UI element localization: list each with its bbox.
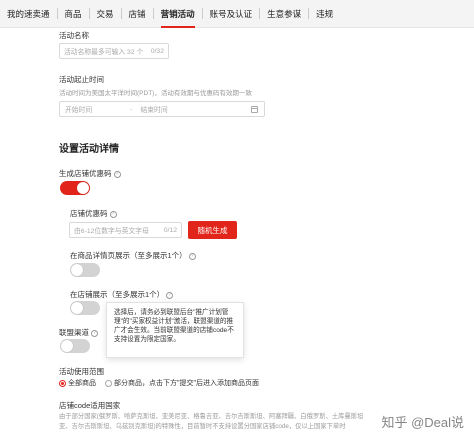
activity-name-counter: 0/32 [150, 47, 164, 55]
scope-partial-radio[interactable] [105, 379, 112, 387]
activity-name-label: 活动名称 [59, 31, 89, 40]
generate-code-toggle[interactable] [60, 181, 90, 195]
store-code-placeholder: 由6-12位数字与英文字母 [74, 228, 149, 235]
random-generate-button[interactable]: 随机生成 [188, 221, 237, 239]
help-icon[interactable]: ? [113, 170, 121, 178]
generate-code-label: 生成店铺优惠码? [59, 168, 121, 179]
show-on-store-toggle[interactable] [70, 301, 100, 315]
scope-all-radio[interactable] [59, 379, 66, 387]
nav-business-advisor[interactable]: 生意参谋 [260, 0, 308, 28]
nav-products[interactable]: 商品 [58, 0, 89, 28]
help-icon[interactable]: ? [91, 329, 98, 337]
toggle-knob [71, 302, 83, 314]
top-nav: 我的速卖通 商品 交易 店铺 营销活动 账号及认证 生意参谋 违规 [0, 0, 474, 28]
store-code-input[interactable]: 由6-12位数字与英文字母 0/12 [69, 222, 182, 238]
scope-options: 全部商品 部分商品，点击下方"提交"后进入添加商品页面 [59, 378, 259, 388]
nav-my-aliexpress[interactable]: 我的速卖通 [0, 0, 57, 28]
scope-all-label[interactable]: 全部商品 [68, 378, 96, 388]
help-icon[interactable]: ? [166, 291, 174, 299]
alliance-toggle[interactable] [60, 339, 90, 353]
store-code-counter: 0/12 [163, 226, 177, 234]
end-time-placeholder: 结束时间 [140, 107, 168, 114]
country-label: 店铺code适用国家 [59, 401, 121, 410]
nav-transactions[interactable]: 交易 [90, 0, 121, 28]
activity-date-range[interactable]: 开始时间 - 结束时间 [59, 101, 265, 117]
activity-name-input[interactable]: 活动名称最多可输入 32 个 0/32 [59, 43, 169, 59]
activity-name-placeholder: 活动名称最多可输入 32 个 [64, 49, 144, 56]
start-time-placeholder: 开始时间 [65, 107, 93, 114]
show-on-product-label: 在商品详情页展示（至多展示1个）? [70, 250, 196, 261]
show-on-product-toggle[interactable] [70, 263, 100, 277]
help-icon[interactable]: ? [109, 210, 117, 218]
activity-time-label: 活动起止时间 [59, 75, 104, 84]
section-title: 设置活动详情 [59, 144, 119, 155]
store-code-label: 店铺优惠码? [70, 208, 117, 219]
scope-label: 活动使用范围 [59, 367, 104, 376]
nav-account[interactable]: 账号及认证 [203, 0, 260, 28]
help-icon[interactable]: ? [188, 252, 196, 260]
show-on-store-label: 在店铺展示（至多展示1个）? [70, 289, 174, 300]
zhihu-watermark: 知乎 @Deal说 [381, 415, 464, 430]
activity-time-hint: 活动时间为美国太平洋时间(PDT)，活动有效期与优惠码有效期一致 [59, 90, 252, 97]
nav-marketing[interactable]: 营销活动 [154, 0, 202, 28]
nav-violations[interactable]: 违规 [309, 0, 340, 28]
scope-partial-label[interactable]: 部分商品，点击下方"提交"后进入添加商品页面 [114, 378, 259, 388]
calendar-icon [251, 106, 258, 113]
nav-store[interactable]: 店铺 [122, 0, 153, 28]
toggle-knob [77, 182, 89, 194]
alliance-label: 联盟渠道? [59, 327, 98, 338]
toggle-knob [61, 340, 73, 352]
alliance-tooltip: 选择后，请务必到联盟后台"推广计划管理"的"买家权益计划"激活，联盟渠道的推广才… [106, 302, 244, 358]
toggle-knob [71, 264, 83, 276]
